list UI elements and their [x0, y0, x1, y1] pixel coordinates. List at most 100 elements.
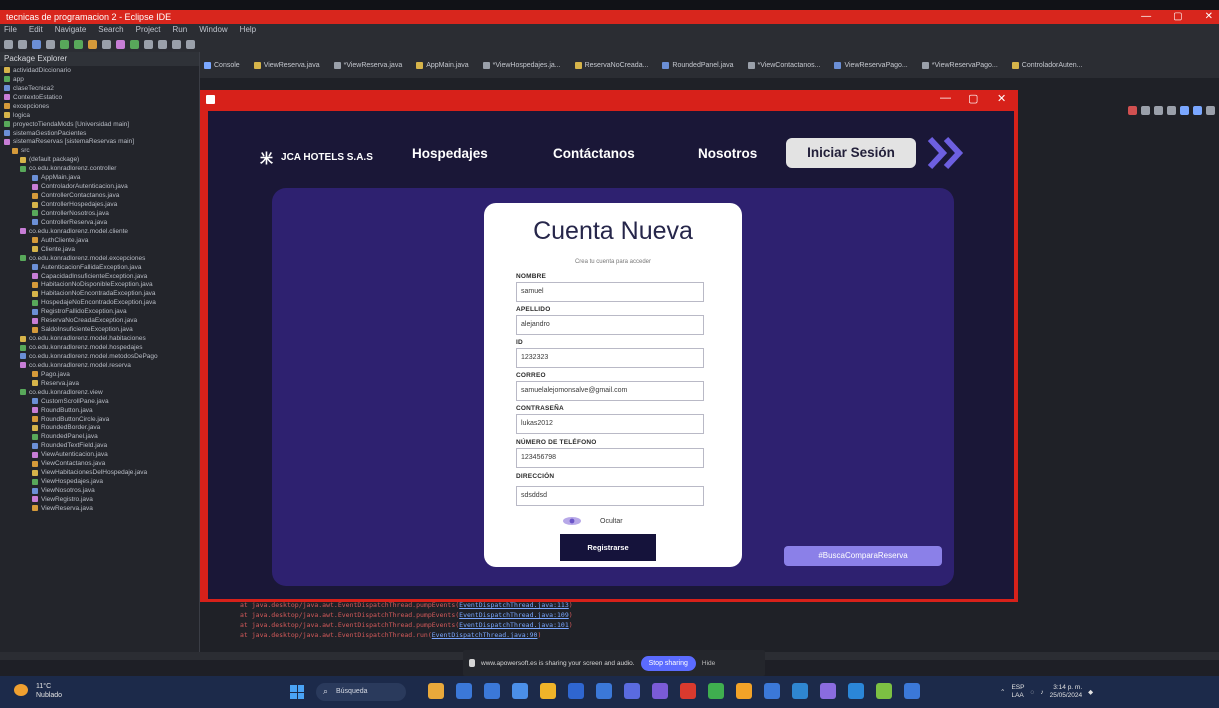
- menu-window[interactable]: Window: [199, 24, 227, 36]
- app-close-icon[interactable]: ✕: [997, 92, 1006, 105]
- minimize-icon[interactable]: —: [1141, 10, 1151, 24]
- network-icon[interactable]: ◌: [1030, 689, 1034, 696]
- tree-item[interactable]: HabitacionNoDisponibleException.java: [0, 281, 199, 290]
- new-java-project-icon[interactable]: [102, 39, 111, 49]
- tree-item[interactable]: co.edu.konradlorenz.model.reserva: [0, 361, 199, 370]
- tree-item[interactable]: RoundedBorder.java: [0, 424, 199, 433]
- app-icon[interactable]: [484, 683, 500, 699]
- tree-item[interactable]: ViewHabitacionesDelHospedaje.java: [0, 468, 199, 477]
- tree-item[interactable]: Pago.java: [0, 370, 199, 379]
- nav-nosotros[interactable]: Nosotros: [698, 146, 757, 161]
- run-icon[interactable]: [74, 39, 83, 49]
- remove-all-icon[interactable]: [1154, 106, 1163, 115]
- open-type-icon[interactable]: [144, 39, 153, 49]
- tree-item[interactable]: RoundButtonCircle.java: [0, 415, 199, 424]
- editor-tab[interactable]: RoundedPanel.java: [662, 61, 734, 69]
- stack-trace-link[interactable]: EventDispatchThread.java:90: [432, 631, 538, 639]
- tree-item[interactable]: co.edu.konradlorenz.model.cliente: [0, 227, 199, 236]
- editor-tab[interactable]: ReservaNoCreada...: [574, 61, 648, 69]
- tree-item[interactable]: ContextoEstatico: [0, 93, 199, 102]
- nombre-field[interactable]: samuel: [516, 282, 704, 302]
- menu-search[interactable]: Search: [98, 24, 123, 36]
- app-icon[interactable]: [624, 683, 640, 699]
- hide-password-toggle[interactable]: Ocultar: [562, 516, 623, 526]
- tree-item[interactable]: HabitacionNoEncontradaException.java: [0, 289, 199, 298]
- menu-project[interactable]: Project: [136, 24, 161, 36]
- password-field[interactable]: lukas2012: [516, 414, 704, 434]
- save-icon[interactable]: [18, 39, 27, 49]
- editor-tab[interactable]: *ViewReserva.java: [333, 61, 402, 69]
- explorer-app-icon[interactable]: [428, 683, 444, 699]
- display-console-icon[interactable]: [1193, 106, 1202, 115]
- terminate-icon[interactable]: [1128, 106, 1137, 115]
- menu-help[interactable]: Help: [240, 24, 256, 36]
- windows-start-icon[interactable]: [290, 685, 304, 699]
- app-icon[interactable]: [904, 683, 920, 699]
- telefono-field[interactable]: 123456798: [516, 448, 704, 468]
- tree-item[interactable]: sistemaGestionPacientes: [0, 129, 199, 138]
- package-explorer-tab[interactable]: Package Explorer: [0, 52, 199, 66]
- tree-item[interactable]: logica: [0, 111, 199, 120]
- tray-chevron-icon[interactable]: ⌃: [1000, 688, 1005, 696]
- tree-item[interactable]: ViewHospedajes.java: [0, 477, 199, 486]
- stack-trace-link[interactable]: EventDispatchThread.java:109: [459, 611, 569, 619]
- tree-item[interactable]: ControllerNosotros.java: [0, 209, 199, 218]
- scroll-lock-icon[interactable]: [1167, 106, 1176, 115]
- tree-item[interactable]: Cliente.java: [0, 245, 199, 254]
- tree-item[interactable]: ControladorAutenticacion.java: [0, 182, 199, 191]
- tree-item[interactable]: ViewReserva.java: [0, 504, 199, 513]
- editor-tab[interactable]: *ViewReservaPago...: [921, 61, 998, 69]
- tree-item[interactable]: AuthCliente.java: [0, 236, 199, 245]
- menu-file[interactable]: File: [4, 24, 17, 36]
- debug-icon[interactable]: [60, 39, 69, 49]
- tree-item[interactable]: co.edu.konradlorenz.model.excepciones: [0, 254, 199, 263]
- app-icon[interactable]: [512, 683, 528, 699]
- maximize-icon[interactable]: ▢: [1173, 10, 1182, 24]
- new-package-icon[interactable]: [116, 39, 125, 49]
- app-icon[interactable]: [736, 683, 752, 699]
- new-icon[interactable]: [4, 39, 13, 49]
- language-indicator[interactable]: ESP LAA: [1011, 684, 1024, 700]
- eclipse-app-icon[interactable]: [820, 683, 836, 699]
- register-button[interactable]: Registrarse: [560, 534, 656, 561]
- stop-sharing-button[interactable]: Stop sharing: [640, 655, 696, 671]
- tree-item[interactable]: src: [0, 146, 199, 155]
- editor-tab[interactable]: AppMain.java: [416, 61, 469, 69]
- editor-tab[interactable]: ViewReserva.java: [253, 61, 320, 69]
- tree-item[interactable]: ViewRegistro.java: [0, 495, 199, 504]
- tree-item[interactable]: ViewAutenticacion.java: [0, 450, 199, 459]
- tree-item[interactable]: Reserva.java: [0, 379, 199, 388]
- clock[interactable]: 3:14 p. m. 25/05/2024: [1050, 684, 1083, 700]
- weather-widget[interactable]: 11°C Nublado: [36, 682, 62, 700]
- tree-item[interactable]: co.edu.konradlorenz.view: [0, 388, 199, 397]
- tree-item[interactable]: ControllerHospedajes.java: [0, 200, 199, 209]
- tree-item[interactable]: RoundedTextField.java: [0, 441, 199, 450]
- view-menu-icon[interactable]: [1206, 106, 1215, 115]
- app-icon[interactable]: [652, 683, 668, 699]
- tree-item[interactable]: RoundButton.java: [0, 406, 199, 415]
- tree-item[interactable]: AutenticacionFallidaException.java: [0, 263, 199, 272]
- app-icon[interactable]: [456, 683, 472, 699]
- tree-item[interactable]: sistemaReservas [sistemaReservas main]: [0, 138, 199, 147]
- remove-launch-icon[interactable]: [1141, 106, 1150, 115]
- apellido-field[interactable]: alejandro: [516, 315, 704, 335]
- external-tools-icon[interactable]: [88, 39, 97, 49]
- app-icon[interactable]: [792, 683, 808, 699]
- menu-run[interactable]: Run: [173, 24, 188, 36]
- tree-item[interactable]: proyectoTiendaMods [Universidad main]: [0, 120, 199, 129]
- menu-navigate[interactable]: Navigate: [55, 24, 87, 36]
- tree-item[interactable]: co.edu.konradlorenz.controller: [0, 164, 199, 173]
- tree-item[interactable]: ViewNosotros.java: [0, 486, 199, 495]
- weather-icon[interactable]: [14, 684, 28, 696]
- app-maximize-icon[interactable]: ▢: [968, 92, 978, 105]
- app-icon[interactable]: [596, 683, 612, 699]
- menu-edit[interactable]: Edit: [29, 24, 43, 36]
- tree-item[interactable]: ControllerContactanos.java: [0, 191, 199, 200]
- stack-trace-link[interactable]: EventDispatchThread.java:113: [459, 601, 569, 609]
- taskbar-search[interactable]: ⌕ Búsqueda: [316, 683, 406, 701]
- tree-item[interactable]: co.edu.konradlorenz.model.metodosDePago: [0, 352, 199, 361]
- pin-console-icon[interactable]: [1180, 106, 1189, 115]
- app-icon[interactable]: [568, 683, 584, 699]
- volume-icon[interactable]: ♪: [1040, 689, 1043, 696]
- nav-contactanos[interactable]: Contáctanos: [553, 146, 635, 161]
